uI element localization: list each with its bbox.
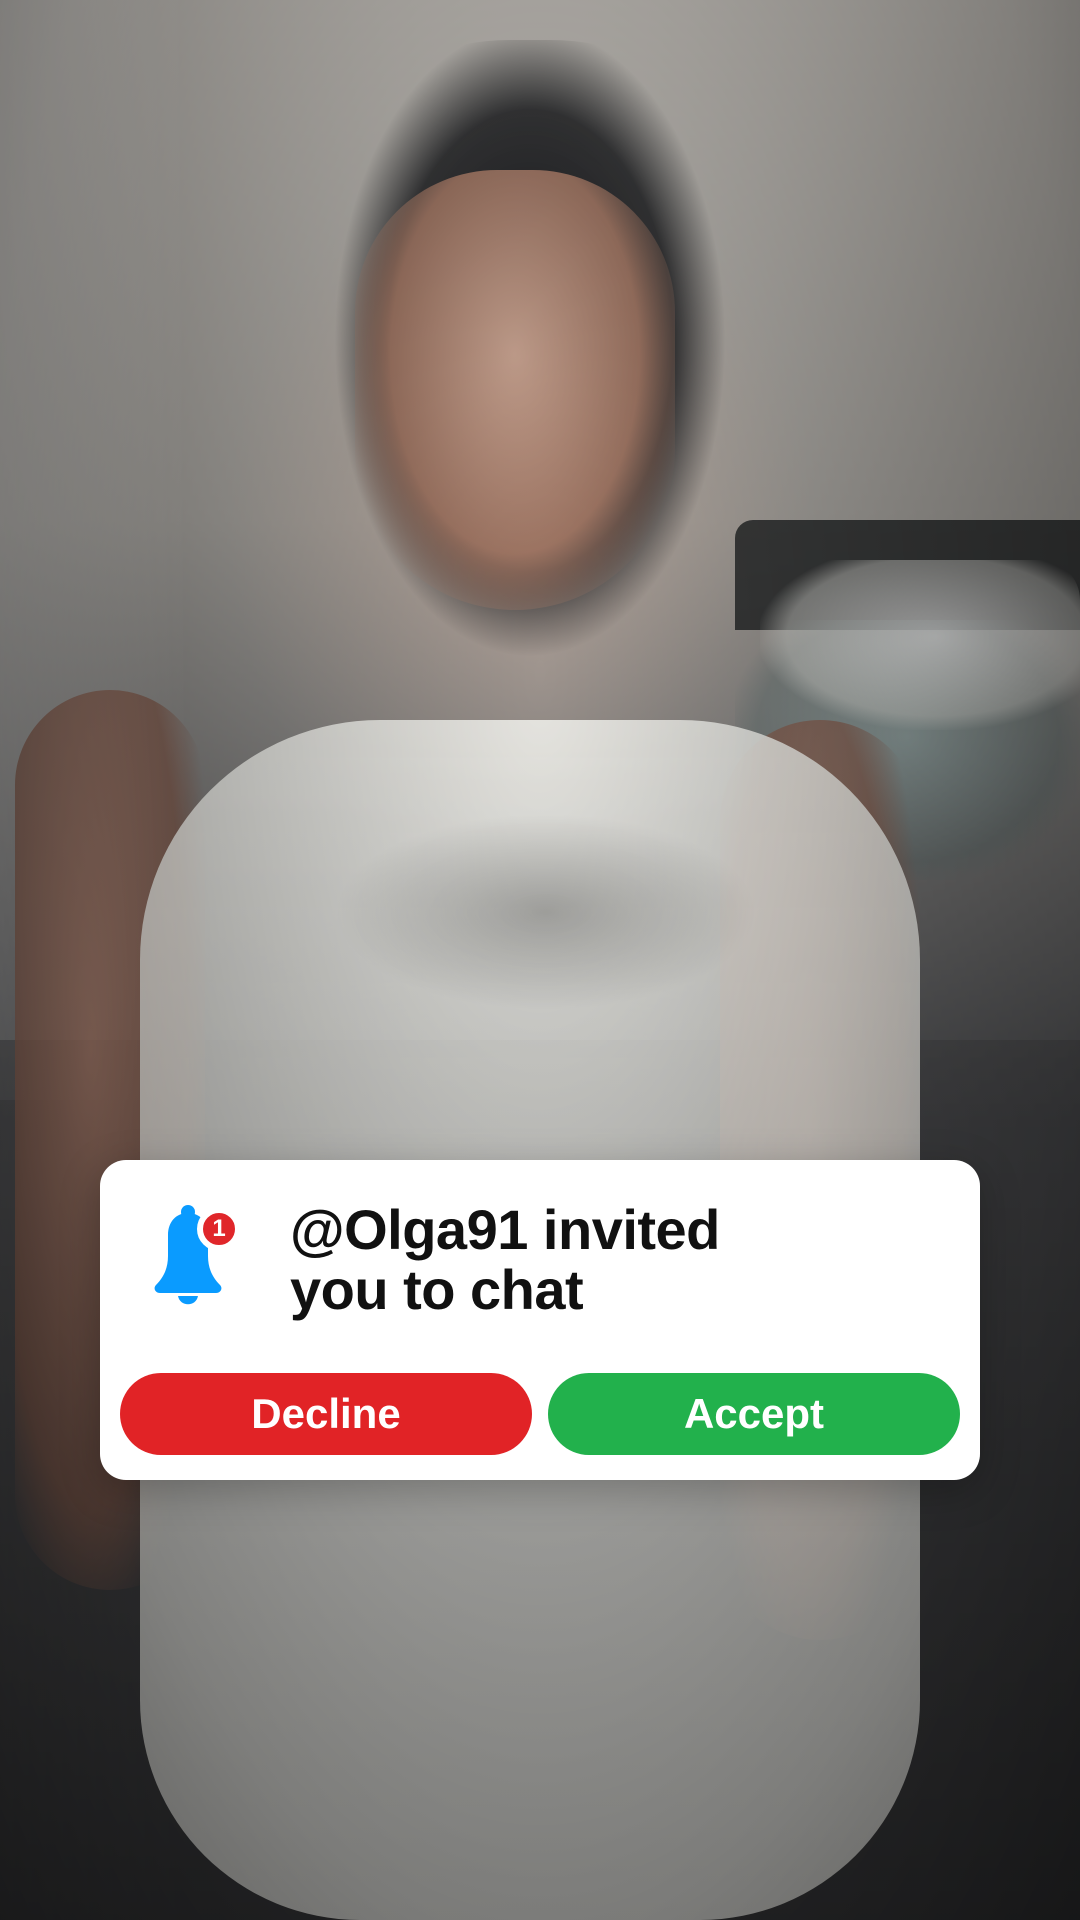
decline-button[interactable]: Decline — [120, 1373, 532, 1455]
chat-invite-message-line-1: @Olga91 invited — [290, 1198, 720, 1261]
background-pillow — [760, 560, 1080, 730]
chat-invite-message: @Olga91 invited you to chat — [290, 1200, 930, 1320]
notification-badge: 1 — [197, 1207, 241, 1251]
background-person-face — [355, 170, 675, 610]
chat-invite-message-line-2: you to chat — [290, 1258, 584, 1321]
accept-button[interactable]: Accept — [548, 1373, 960, 1455]
